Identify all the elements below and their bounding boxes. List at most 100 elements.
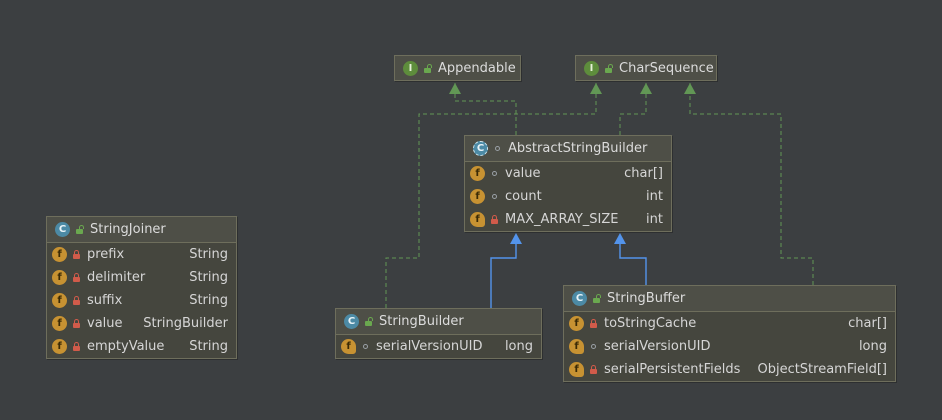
field-row[interactable]: f emptyValue String [47, 335, 236, 358]
field-type: char[] [624, 166, 663, 181]
package-visibility-icon [588, 341, 598, 353]
field-name: MAX_ARRAY_SIZE [505, 212, 619, 227]
stringjoiner-class-node[interactable]: C StringJoiner f prefix String f delimit… [46, 216, 237, 359]
field-name: prefix [87, 247, 125, 262]
class-icon: C [344, 314, 359, 329]
private-visibility-icon [71, 341, 81, 353]
arrowhead-asb-1 [510, 233, 522, 244]
package-visibility-icon [492, 143, 502, 155]
arrowhead-asb-2 [614, 233, 626, 244]
field-icon: f [52, 293, 67, 308]
field-icon: f [52, 247, 67, 262]
arrowhead-charsequence-1 [590, 83, 602, 94]
field-icon: f [52, 339, 67, 354]
field-name: serialVersionUID [376, 339, 483, 354]
implements-arrowheads [449, 83, 696, 94]
edge-stringbuffer-implements-charsequence [689, 83, 814, 285]
private-visibility-icon [71, 318, 81, 330]
private-visibility-icon [71, 295, 81, 307]
private-visibility-icon [489, 214, 499, 226]
stringbuffer-class-node[interactable]: C StringBuffer f toStringCache char[] f … [563, 285, 896, 382]
field-type: long [858, 339, 887, 354]
field-type: String [189, 270, 228, 285]
static-field-icon: f [569, 362, 584, 377]
class-name: StringBuilder [379, 314, 464, 329]
field-row[interactable]: f value StringBuilder [47, 312, 236, 335]
class-header: C StringJoiner [47, 217, 236, 243]
package-visibility-icon [360, 341, 370, 353]
field-name: toStringCache [604, 316, 697, 331]
uml-diagram-canvas: I Appendable I CharSequence C AbstractSt… [0, 0, 942, 420]
field-row[interactable]: f value char[] [465, 162, 671, 185]
field-row[interactable]: f MAX_ARRAY_SIZE int [465, 208, 671, 231]
class-icon: C [572, 291, 587, 306]
abstract-class-icon: C [473, 141, 488, 156]
public-visibility-icon [363, 316, 373, 328]
interface-icon: I [403, 60, 418, 76]
appendable-interface-node[interactable]: I Appendable [394, 55, 521, 81]
field-icon: f [52, 316, 67, 331]
field-name: value [87, 316, 123, 331]
field-row[interactable]: f suffix String [47, 289, 236, 312]
stringbuilder-class-node[interactable]: C StringBuilder f serialVersionUID long [335, 308, 542, 359]
field-type: char[] [848, 316, 887, 331]
interface-icon: I [584, 60, 599, 76]
interface-name: CharSequence [619, 60, 714, 76]
interface-name: Appendable [438, 60, 516, 76]
class-name: AbstractStringBuilder [508, 141, 648, 156]
package-visibility-icon [489, 191, 499, 203]
package-visibility-icon [489, 168, 499, 180]
field-name: suffix [87, 293, 123, 308]
field-name: serialPersistentFields [604, 362, 741, 377]
field-type: int [646, 189, 663, 204]
abstractstringbuilder-class-node[interactable]: C AbstractStringBuilder f value char[] f… [464, 135, 672, 232]
class-icon: C [55, 222, 70, 237]
private-visibility-icon [588, 318, 598, 330]
edge-asb-implements-charsequence [619, 83, 647, 135]
public-visibility-icon [422, 62, 432, 74]
class-header: C StringBuilder [336, 309, 541, 335]
field-type: String [189, 293, 228, 308]
field-type: StringBuilder [143, 316, 228, 331]
field-icon: f [569, 316, 584, 331]
public-visibility-icon [591, 293, 601, 305]
arrowhead-appendable [449, 83, 461, 94]
field-type: String [189, 247, 228, 262]
static-field-icon: f [569, 339, 584, 354]
field-row[interactable]: f serialVersionUID long [336, 335, 541, 358]
edge-stringbuilder-extends-asb [490, 241, 517, 308]
field-row[interactable]: f delimiter String [47, 266, 236, 289]
field-type: ObjectStreamField[] [757, 362, 887, 377]
class-header: C StringBuffer [564, 286, 895, 312]
private-visibility-icon [588, 364, 598, 376]
static-field-icon: f [341, 339, 356, 354]
field-row[interactable]: f serialPersistentFields ObjectStreamFie… [564, 358, 895, 381]
field-row[interactable]: f prefix String [47, 243, 236, 266]
arrowhead-charsequence-3 [684, 83, 696, 94]
field-name: emptyValue [87, 339, 165, 354]
static-field-icon: f [470, 212, 485, 227]
field-icon: f [470, 166, 485, 181]
field-row[interactable]: f serialVersionUID long [564, 335, 895, 358]
field-icon: f [52, 270, 67, 285]
field-name: serialVersionUID [604, 339, 711, 354]
arrowhead-charsequence-2 [640, 83, 652, 94]
field-type: int [646, 212, 663, 227]
field-type: long [504, 339, 533, 354]
field-type: String [189, 339, 228, 354]
edge-asb-implements-appendable [454, 83, 517, 135]
class-header: C AbstractStringBuilder [465, 136, 671, 162]
public-visibility-icon [603, 62, 613, 74]
public-visibility-icon [74, 224, 84, 236]
field-row[interactable]: f count int [465, 185, 671, 208]
extends-arrowheads [510, 233, 626, 244]
class-name: StringJoiner [90, 222, 166, 237]
field-name: count [505, 189, 542, 204]
private-visibility-icon [71, 249, 81, 261]
field-row[interactable]: f toStringCache char[] [564, 312, 895, 335]
edge-stringbuffer-extends-asb [619, 241, 647, 285]
private-visibility-icon [71, 272, 81, 284]
field-icon: f [470, 189, 485, 204]
field-name: delimiter [87, 270, 146, 285]
charsequence-interface-node[interactable]: I CharSequence [575, 55, 717, 81]
